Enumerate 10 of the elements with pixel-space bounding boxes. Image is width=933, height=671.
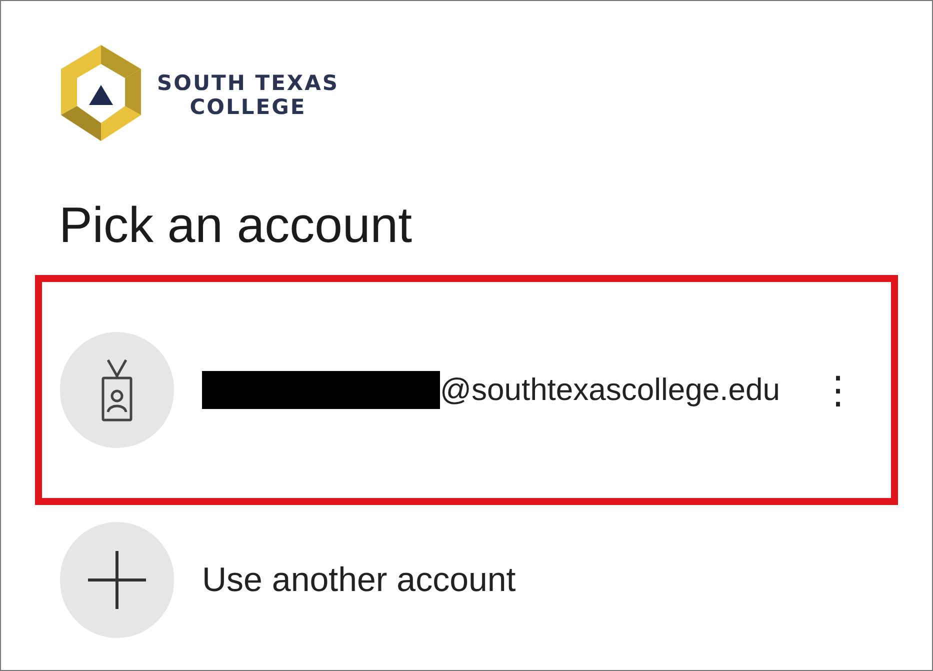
logo-text: COLLEGE: [190, 95, 306, 119]
id-badge-icon: [100, 358, 134, 422]
use-another-account-link[interactable]: Use another account: [202, 554, 516, 606]
account-tile[interactable]: @southtexascollege.edu ⋮: [35, 275, 898, 505]
logo-text: SOUTH TEXAS: [157, 71, 339, 95]
add-account-tile[interactable]: Use another account: [35, 505, 898, 655]
account-email: @southtexascollege.edu: [440, 370, 780, 409]
more-options-button[interactable]: ⋮: [815, 362, 861, 418]
plus-icon: [88, 551, 146, 609]
page-heading: Pick an account: [59, 196, 413, 255]
